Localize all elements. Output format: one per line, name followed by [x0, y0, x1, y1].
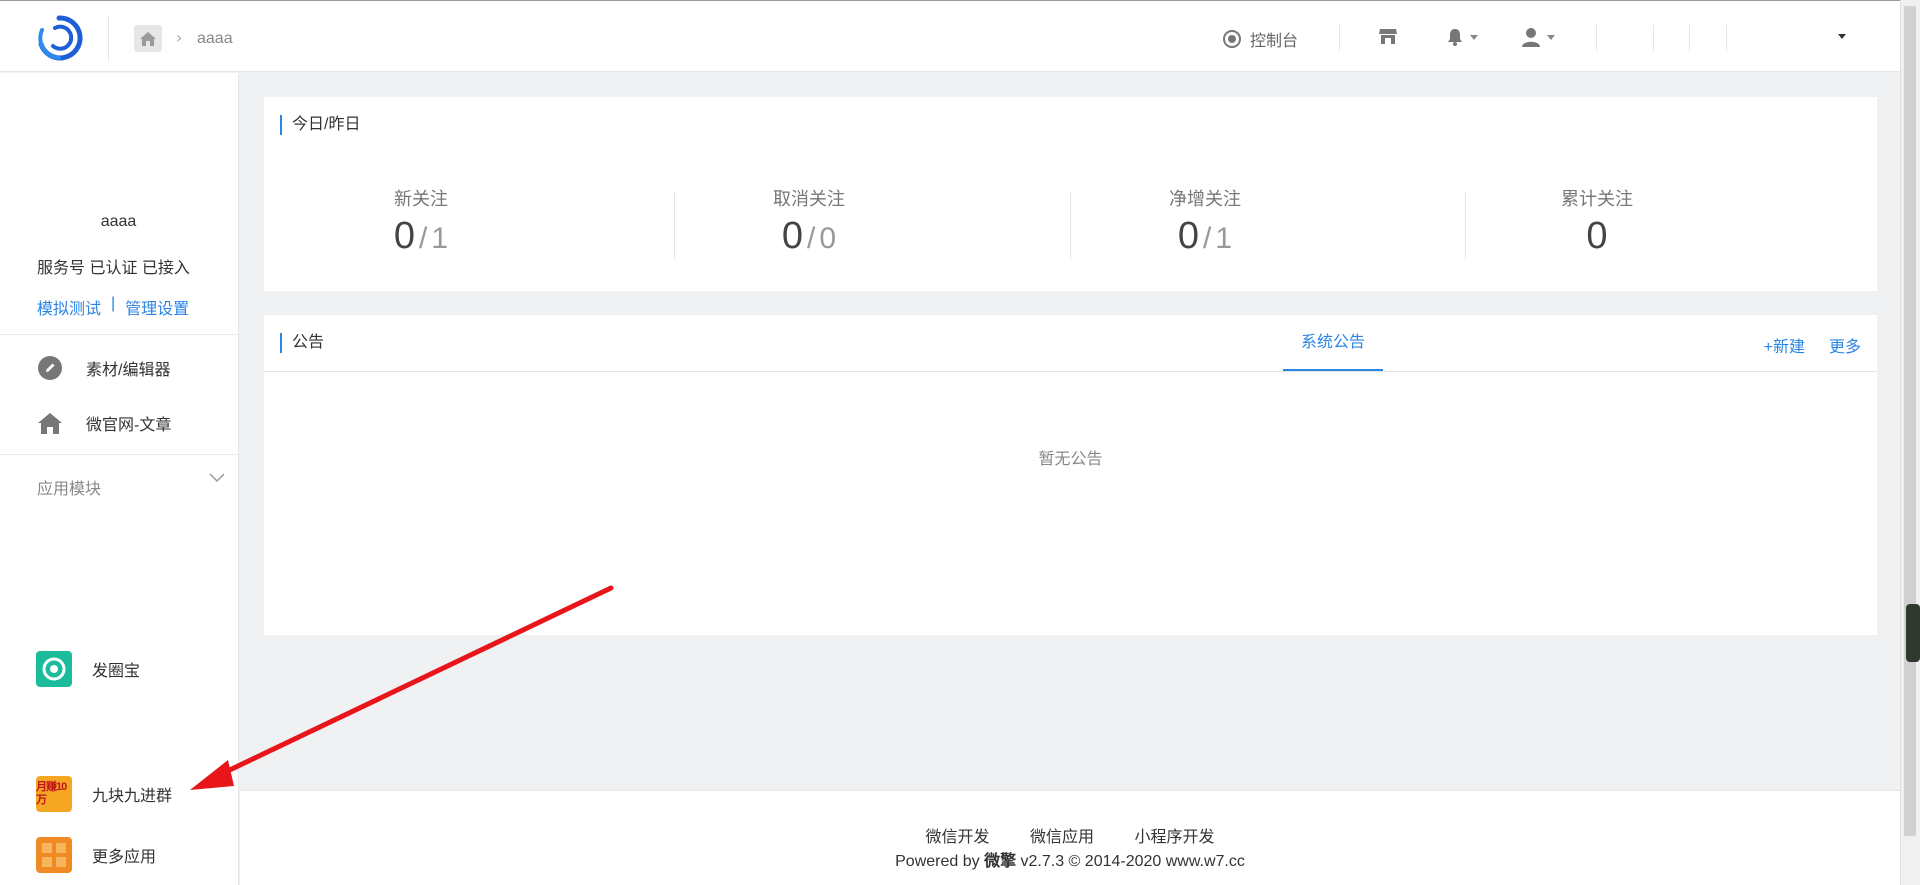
- bell-icon: [1448, 29, 1462, 46]
- stat-value: 0/0: [744, 215, 874, 258]
- stat-unfollow: 取消关注 0/0: [744, 185, 874, 258]
- app-label: 九块九进群: [92, 788, 173, 805]
- camera-app-icon: [36, 651, 72, 687]
- sidebar-divider: [0, 334, 239, 335]
- stat-slash: /: [419, 222, 428, 255]
- logo-icon[interactable]: [33, 14, 85, 62]
- sidebar: aaaa 服务号 已认证 已接入 模拟测试 | 管理设置 素材/编辑器 微官网-…: [0, 73, 239, 885]
- scrollbar-thumb[interactable]: [1904, 6, 1916, 836]
- breadcrumb-current[interactable]: aaaa: [197, 30, 233, 48]
- account-dropdown-toggle[interactable]: [1838, 34, 1846, 39]
- stat-slash: /: [1203, 222, 1212, 255]
- dashboard-icon: [1223, 30, 1241, 48]
- toolbar-divider: [1339, 25, 1340, 51]
- sidebar-item-label: 素材/编辑器: [86, 362, 171, 379]
- tab-system-notice[interactable]: 系统公告: [1283, 315, 1383, 371]
- stat-yesterday: 1: [431, 222, 449, 255]
- app-label: 更多应用: [92, 849, 157, 866]
- chevron-down-icon: [1547, 34, 1555, 40]
- footer-links: 微信开发 微信应用 小程序开发: [240, 823, 1900, 847]
- page-scrollbar[interactable]: [1900, 0, 1920, 885]
- stat-value: 0/1: [1140, 215, 1270, 258]
- stat-yesterday: 1: [1215, 222, 1233, 255]
- stat-net-follow: 净增关注 0/1: [1140, 185, 1270, 258]
- stat-divider: [674, 191, 675, 259]
- app-badge-text: 月赚10万: [36, 781, 67, 806]
- stat-yesterday: 0: [819, 222, 837, 255]
- stat-today: 0: [393, 215, 416, 257]
- footer-copyright: Powered by 微擎 v2.7.3 © 2014-2020 www.w7.…: [240, 847, 1900, 871]
- more-notices-link[interactable]: 更多: [1829, 333, 1861, 357]
- app-modules-title: 应用模块: [37, 481, 102, 498]
- sidebar-divider: [0, 454, 239, 455]
- console-label: 控制台: [1250, 33, 1299, 50]
- sidebar-item-material-editor[interactable]: 素材/编辑器: [37, 355, 170, 381]
- app-item-more-apps[interactable]: 更多应用: [36, 837, 156, 873]
- stats-title: 今日/昨日: [280, 115, 360, 135]
- stat-label: 新关注: [394, 189, 448, 209]
- user-menu-button[interactable]: [1521, 27, 1555, 47]
- stat-today: 0: [781, 215, 804, 257]
- stat-today: 0: [1586, 215, 1608, 257]
- toolbar-divider: [1596, 25, 1597, 51]
- brand-name: 微擎: [984, 853, 1017, 870]
- footer-link-wechat-dev[interactable]: 微信开发: [926, 829, 990, 846]
- chevron-down-icon: [1470, 34, 1478, 40]
- stats-card: 今日/昨日 新关注 0/1 取消关注 0/0 净增关注 0/1 累计关注 0: [264, 97, 1877, 291]
- notice-actions: +新建 更多: [1764, 333, 1861, 357]
- stat-value: 0/1: [356, 215, 486, 258]
- toolbar-divider: [1653, 25, 1654, 51]
- stat-new-follow: 新关注 0/1: [356, 185, 486, 258]
- app-badge-icon: 月赚10万: [36, 776, 72, 812]
- notifications-button[interactable]: [1446, 27, 1478, 47]
- logo-divider: [108, 15, 109, 61]
- new-notice-button[interactable]: +新建: [1764, 333, 1805, 357]
- store-button[interactable]: [1378, 27, 1398, 45]
- store-icon: [1379, 29, 1397, 44]
- sidebar-item-label: 微官网-文章: [86, 417, 172, 434]
- stat-slash: /: [807, 222, 816, 255]
- stat-label: 累计关注: [1561, 189, 1633, 209]
- more-apps-icon: [36, 837, 72, 873]
- notice-title: 公告: [280, 333, 324, 353]
- stat-divider: [1465, 191, 1466, 259]
- sidebar-item-microsite-article[interactable]: 微官网-文章: [37, 410, 171, 436]
- home-icon: [140, 31, 156, 46]
- footer: 微信开发 微信应用 小程序开发 Powered by 微擎 v2.7.3 © 2…: [240, 790, 1900, 885]
- app-item-jiukuaijiu[interactable]: 月赚10万 九块九进群: [36, 776, 172, 812]
- edit-icon: [37, 355, 63, 381]
- stat-divider: [1070, 191, 1071, 259]
- top-bar: › aaaa 控制台: [0, 0, 1900, 72]
- user-icon: [1522, 28, 1540, 47]
- notice-card: 公告 系统公告 +新建 更多 暂无公告: [264, 315, 1877, 635]
- app-item-faquanbao[interactable]: 发圈宝: [36, 651, 140, 687]
- breadcrumb-home-button[interactable]: [134, 25, 162, 52]
- stat-value: 0: [1532, 215, 1662, 258]
- chevron-down-icon[interactable]: [208, 471, 226, 489]
- account-name: aaaa: [100, 213, 137, 230]
- stat-label: 净增关注: [1169, 189, 1241, 209]
- app-label: 发圈宝: [92, 663, 141, 680]
- scroll-grip-handle[interactable]: [1906, 604, 1920, 662]
- toolbar-divider: [1726, 25, 1727, 51]
- breadcrumb-separator-icon: ›: [176, 28, 183, 47]
- empty-notice-text: 暂无公告: [1038, 451, 1103, 468]
- copyright-prefix: Powered by: [895, 853, 985, 870]
- footer-link-wechat-apps[interactable]: 微信应用: [1030, 829, 1094, 846]
- tab-underline-divider: [264, 371, 1877, 372]
- footer-link-miniprogram[interactable]: 小程序开发: [1134, 829, 1214, 846]
- toolbar-divider: [1689, 25, 1690, 51]
- console-link[interactable]: 控制台: [1222, 27, 1298, 51]
- simulate-test-link[interactable]: 模拟测试: [37, 295, 101, 319]
- manage-settings-link[interactable]: 管理设置: [125, 295, 189, 319]
- stat-label: 取消关注: [773, 189, 845, 209]
- link-separator: |: [111, 295, 116, 312]
- chevron-down-icon: [1838, 34, 1846, 39]
- account-type: 服务号 已认证 已接入: [37, 260, 190, 277]
- home-icon: [37, 410, 63, 436]
- stat-total-follow: 累计关注 0: [1532, 185, 1662, 258]
- copyright-suffix: v2.7.3 © 2014-2020 www.w7.cc: [1016, 853, 1245, 870]
- account-links: 模拟测试 | 管理设置: [37, 295, 189, 319]
- stat-today: 0: [1177, 215, 1200, 257]
